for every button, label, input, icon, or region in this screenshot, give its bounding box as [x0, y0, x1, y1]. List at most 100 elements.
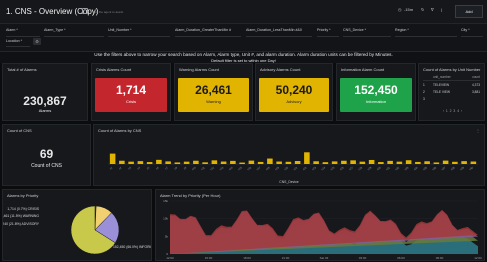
bar[interactable] [285, 161, 292, 164]
bar[interactable] [193, 160, 199, 164]
tick-label: c4 [136, 165, 141, 170]
table-header[interactable]: count [472, 75, 480, 79]
bar[interactable] [461, 161, 467, 164]
filter-bar: Alarm * Alarm_Type * Unit_Number * Alarm… [0, 24, 487, 52]
bar[interactable] [267, 158, 273, 164]
filter-cns-device[interactable]: CNS_Device * [343, 28, 366, 32]
x-tick-label: Sat 03 [320, 256, 329, 260]
tick-label: c1 [109, 165, 114, 170]
clock-icon[interactable]: ◷ [398, 7, 402, 12]
table-row[interactable]: 1 TELEVIEW 4,373 [423, 83, 480, 89]
bar[interactable] [230, 160, 236, 164]
alarms-by-cns-panel: Count of Alarms by CNS ⋮ c1 c2 c3 c4 c5 c6 c7 c… [93, 124, 485, 186]
bar[interactable] [211, 160, 218, 164]
refresh-icon[interactable]: ↻ [421, 7, 424, 12]
bar[interactable] [156, 159, 162, 164]
bar[interactable] [378, 162, 384, 164]
table-row[interactable]: 3 [423, 97, 480, 103]
filter-duration-lt[interactable]: Alarm_Duration_LessThanMin #&0 [246, 28, 302, 32]
bar[interactable] [341, 160, 347, 164]
crisis-label: Crisis [126, 99, 136, 104]
filter-priority[interactable]: Priority * [317, 28, 331, 32]
pie-label: 26,461 (11.5%) WARNING [3, 214, 39, 218]
tick-label: c22 [302, 165, 308, 171]
filter-duration-gt[interactable]: Alarm_Duration_GreaterThanMin # [175, 28, 231, 32]
filter-underline [246, 36, 312, 37]
bar[interactable] [220, 161, 227, 164]
bar[interactable] [350, 160, 356, 164]
bar[interactable] [405, 160, 412, 164]
filter-underline [6, 36, 40, 37]
bar[interactable] [109, 153, 116, 164]
filter-region[interactable]: Region * [395, 28, 409, 32]
bar[interactable] [119, 160, 125, 164]
bar[interactable] [294, 161, 301, 164]
bar[interactable] [322, 162, 329, 164]
advisory-stat-box: 50,240 Advisory [259, 78, 329, 112]
edit-icon[interactable] [82, 8, 88, 14]
bar[interactable] [424, 161, 430, 164]
bar[interactable] [470, 161, 477, 164]
bar[interactable] [257, 161, 264, 164]
x-tick-label: 12:00 [474, 256, 482, 260]
bar[interactable] [387, 160, 393, 164]
warning-alarms-panel: Warning Alarms Count 26,461 Warning [174, 63, 253, 121]
bar[interactable] [165, 161, 171, 164]
table-row[interactable]: 2 TELE VIEW 3,881 [423, 90, 480, 96]
bar[interactable] [442, 160, 449, 164]
bar[interactable] [331, 161, 338, 164]
tick-label: c5 [146, 165, 151, 170]
filter-location[interactable]: Location * [6, 39, 22, 43]
info-stat-box: 152,450 Information [340, 78, 412, 112]
bar[interactable] [433, 162, 440, 164]
table-header[interactable]: unit_number [433, 75, 451, 79]
bar[interactable] [368, 159, 375, 164]
bar[interactable] [248, 160, 255, 164]
time-range-picker[interactable]: -15m [404, 7, 413, 12]
x-tick-label: 06:00 [397, 256, 405, 260]
bar[interactable] [396, 161, 403, 164]
panel-menu-icon[interactable]: ⋮ [476, 128, 480, 133]
bar[interactable] [137, 161, 144, 164]
priority-pie-chart: 1,714 (0.7%) CRISIS 26,461 (11.5%) WARNIN… [3, 205, 151, 255]
bar[interactable] [452, 161, 458, 164]
tick-label: c28 [357, 165, 363, 171]
tick-label: c14 [228, 165, 234, 171]
filter-alarm-type[interactable]: Alarm_Type * [44, 28, 66, 32]
x-axis-label: CNS_Device [279, 180, 299, 184]
warning-label: Warning [206, 99, 221, 104]
filter-alarm[interactable]: Alarm * [6, 28, 18, 32]
pie-label: 152,450 (66.0%) INFORMATION [113, 245, 151, 249]
bar[interactable] [183, 161, 190, 164]
bar[interactable] [128, 161, 134, 164]
crisis-alarms-panel: Crisis Alarms Count 1,714 Crisis [91, 63, 171, 121]
gear-icon[interactable]: ⚙ [33, 38, 41, 45]
filter-underline [175, 36, 241, 37]
warning-value: 26,461 [195, 83, 232, 97]
info-alarms-panel: Information Alarm Count 152,450 Informat… [336, 63, 416, 121]
tick-label: c12 [209, 165, 215, 171]
table-cell: 2 [423, 90, 425, 94]
bar[interactable] [202, 162, 208, 164]
bar[interactable] [276, 161, 282, 164]
x-tick-label: 21:00 [282, 256, 290, 260]
pagination[interactable]: ‹ 1 2 3 4 › [425, 109, 480, 114]
x-tick-label: 15:00 [205, 256, 213, 260]
bar[interactable] [304, 152, 310, 164]
bar[interactable] [415, 161, 421, 164]
bar[interactable] [239, 162, 245, 164]
table-cell: 4,373 [472, 83, 480, 87]
filter-icon[interactable]: ∇ [431, 7, 434, 12]
alarm-trend-panel: Alarm Trend by Priority (Per Hour) 15k 10… [155, 189, 485, 261]
add-button[interactable]: Add [455, 5, 483, 18]
panel-title: Count of CNS [7, 128, 32, 133]
total-alarms-value: 230,867 [23, 94, 67, 108]
bar[interactable] [359, 161, 366, 164]
page-subtitle: Ask the agent to assist [93, 10, 124, 14]
bar[interactable] [146, 162, 153, 164]
filter-city[interactable]: City * [461, 28, 470, 32]
bar[interactable] [313, 161, 319, 164]
x-tick-label: 03:00 [359, 256, 367, 260]
bar[interactable] [174, 162, 181, 164]
filter-unit-number[interactable]: Unit_Number * [108, 28, 132, 32]
